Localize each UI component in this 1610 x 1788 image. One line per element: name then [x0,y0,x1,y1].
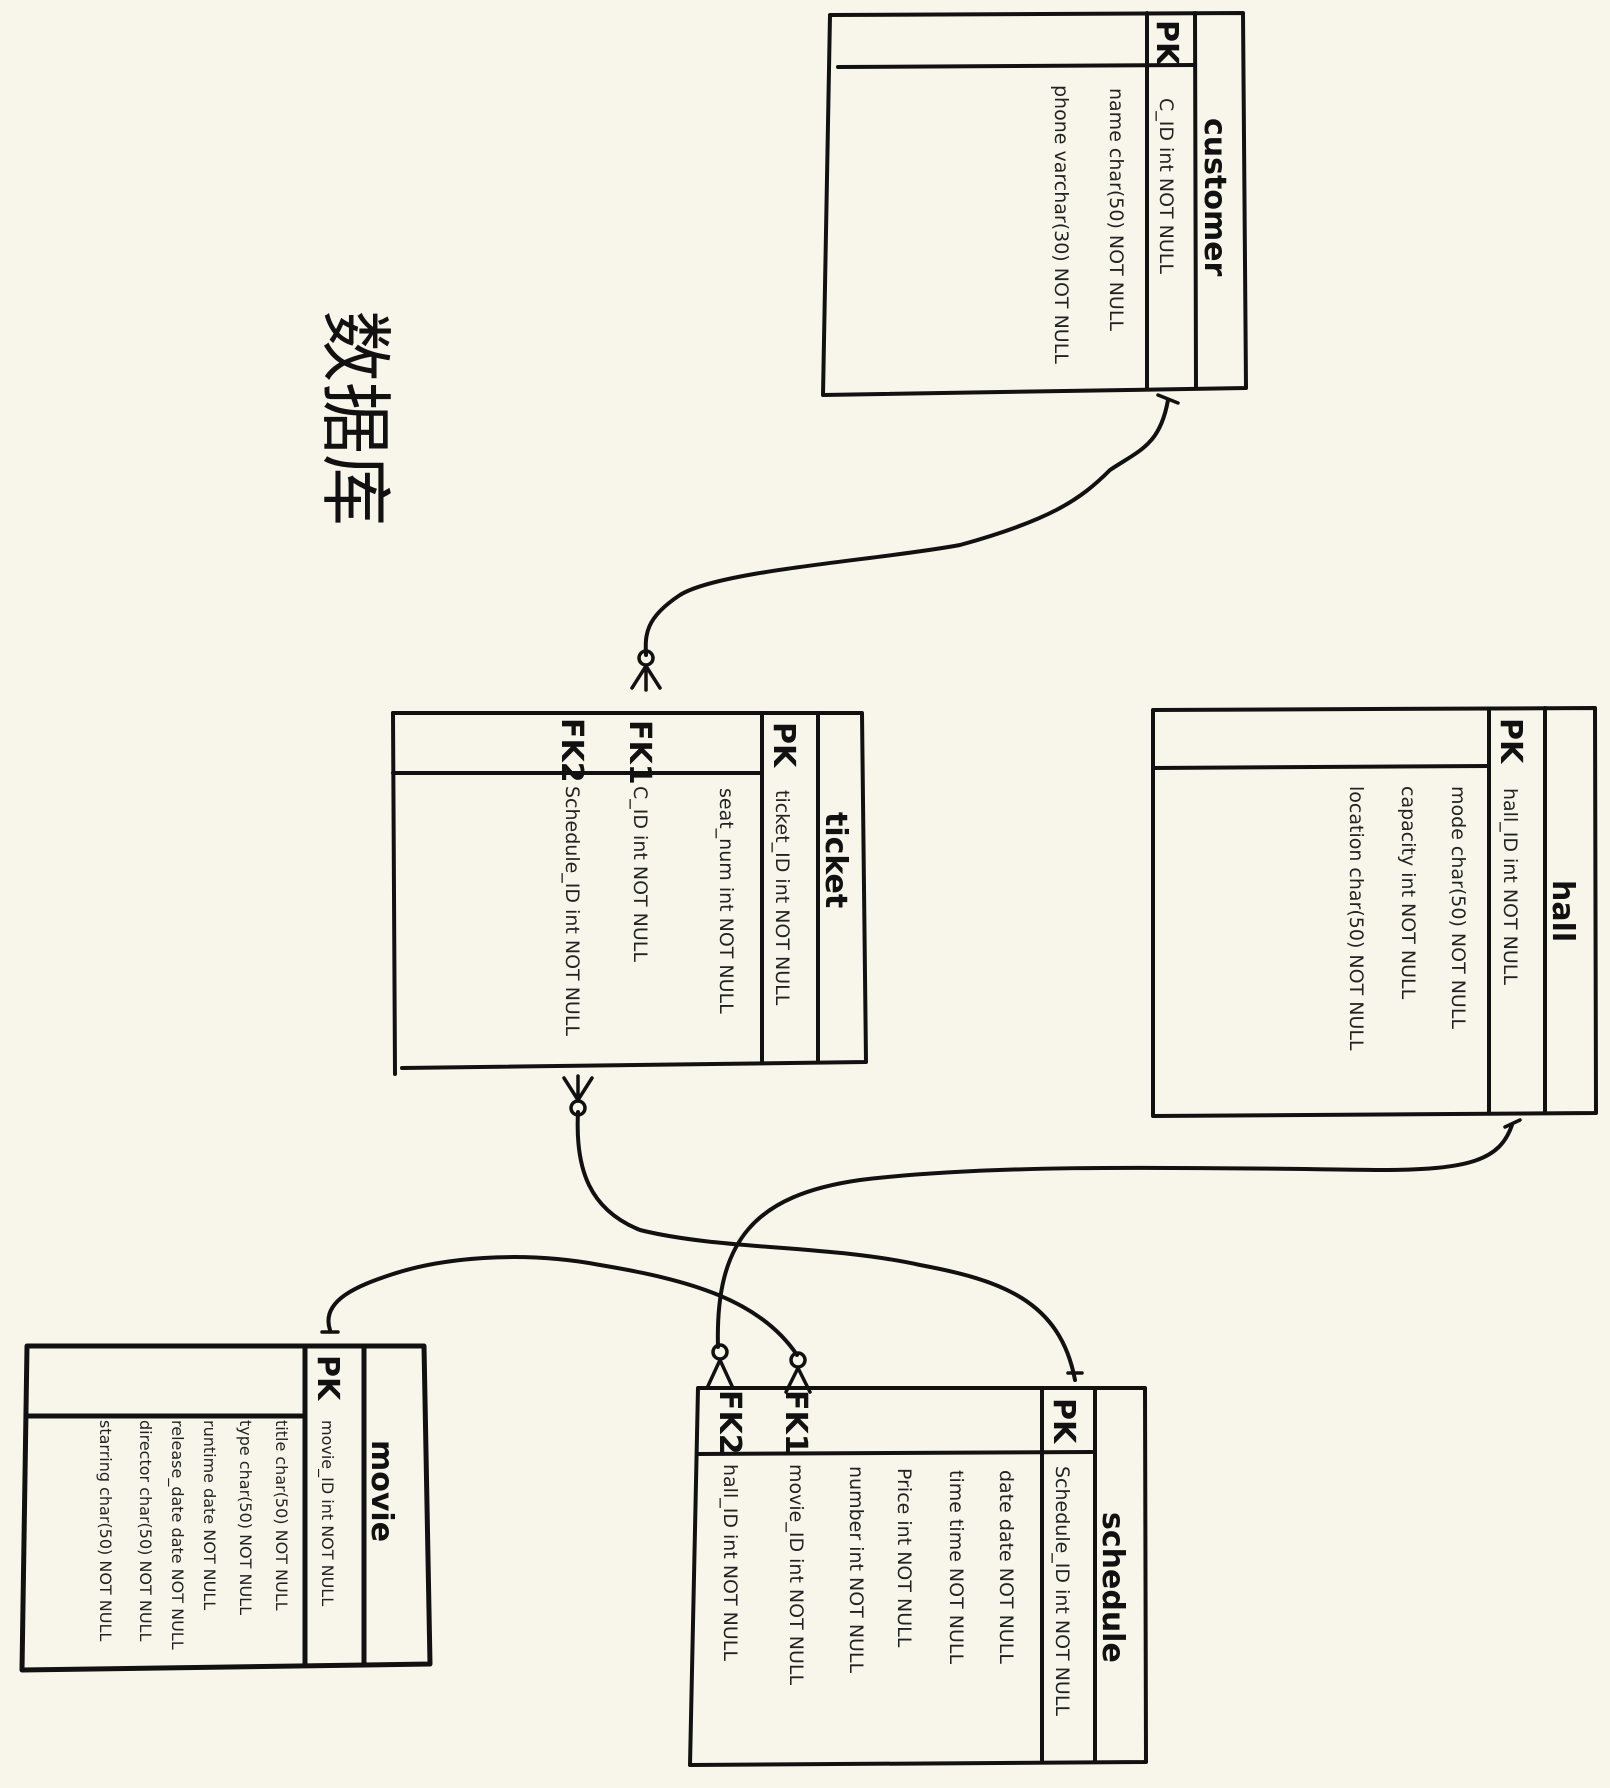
ticket-field-3: C_ID int NOT NULL [629,786,651,962]
table-customer: customer PK C_ID int NOT NULL name char(… [821,11,1248,397]
movie-field-3: type char(50) NOT NULL [236,1420,255,1615]
customer-field-3: phone varchar(30) NOT NULL [1050,85,1072,364]
hall-field-1: hall_ID int NOT NULL [1499,788,1521,985]
hall-pk-label: PK [1493,718,1528,765]
ticket-field-1: ticket_ID int NOT NULL [771,790,793,1006]
table-ticket: ticket PK FK1 FK2 ticket_ID int NOT NULL… [391,711,868,1076]
schedule-field-2: date date NOT NULL [995,1470,1017,1664]
handwritten-note: 数据库 [313,310,397,526]
schedule-field-7: hall_ID int NOT NULL [719,1464,741,1661]
schedule-pk-label: PK [1046,1398,1081,1445]
schedule-field-5: number int NOT NULL [845,1466,867,1674]
ticket-pk-label: PK [766,722,801,769]
schedule-field-4: Price int NOT NULL [893,1468,915,1648]
movie-field-6: director char(50) NOT NULL [136,1420,155,1641]
rel-ticket-schedule [575,1110,1077,1382]
movie-title: movie [364,1440,399,1542]
customer-title: customer [1197,118,1232,277]
er-diagram: 数据库 customer PK C_ID int NOT NULL name c… [19,11,1598,1767]
movie-field-7: starring char(50) NOT NULL [96,1420,115,1641]
rel-markers [320,393,1522,1394]
table-hall: hall PK hall_ID int NOT NULL mode char(5… [1151,706,1598,1118]
table-schedule: schedule PK FK1 FK2 Schedule_ID int NOT … [688,1386,1148,1767]
hall-title: hall [1545,880,1580,942]
ticket-fk2-label: FK2 [554,718,589,783]
movie-field-5: release_date date NOT NULL [167,1420,187,1650]
ticket-field-4: Schedule_ID int NOT NULL [561,786,583,1036]
table-movie: movie PK movie_ID int NOT NULL title cha… [19,1343,433,1673]
schedule-fk1-label: FK1 [778,1390,813,1455]
schedule-fk2-label: FK2 [712,1390,747,1455]
hall-field-4: location char(50) NOT NULL [1345,786,1367,1051]
customer-field-2: name char(50) NOT NULL [1105,88,1127,331]
relationships [320,393,1522,1394]
rel-hall-schedule [715,1123,1514,1349]
movie-field-2: title char(50) NOT NULL [272,1420,291,1611]
schedule-title: schedule [1095,1512,1130,1663]
movie-field-4: runtime date NOT NULL [200,1420,219,1610]
schedule-field-1: Schedule_ID int NOT NULL [1051,1466,1073,1716]
schedule-field-6: movie_ID int NOT NULL [785,1464,807,1685]
hall-field-2: mode char(50) NOT NULL [1447,786,1469,1029]
hall-field-3: capacity int NOT NULL [1397,786,1419,1000]
schedule-field-3: time time NOT NULL [945,1470,967,1664]
rel-customer-ticket [643,398,1170,657]
customer-pk-label: PK [1149,20,1184,67]
movie-pk-label: PK [310,1355,345,1402]
ticket-field-2: seat_num int NOT NULL [715,788,737,1014]
ticket-fk1-label: FK1 [622,720,657,785]
ticket-title: ticket [818,812,853,908]
movie-field-1: movie_ID int NOT NULL [317,1420,337,1606]
customer-field-1: C_ID int NOT NULL [1155,98,1177,274]
